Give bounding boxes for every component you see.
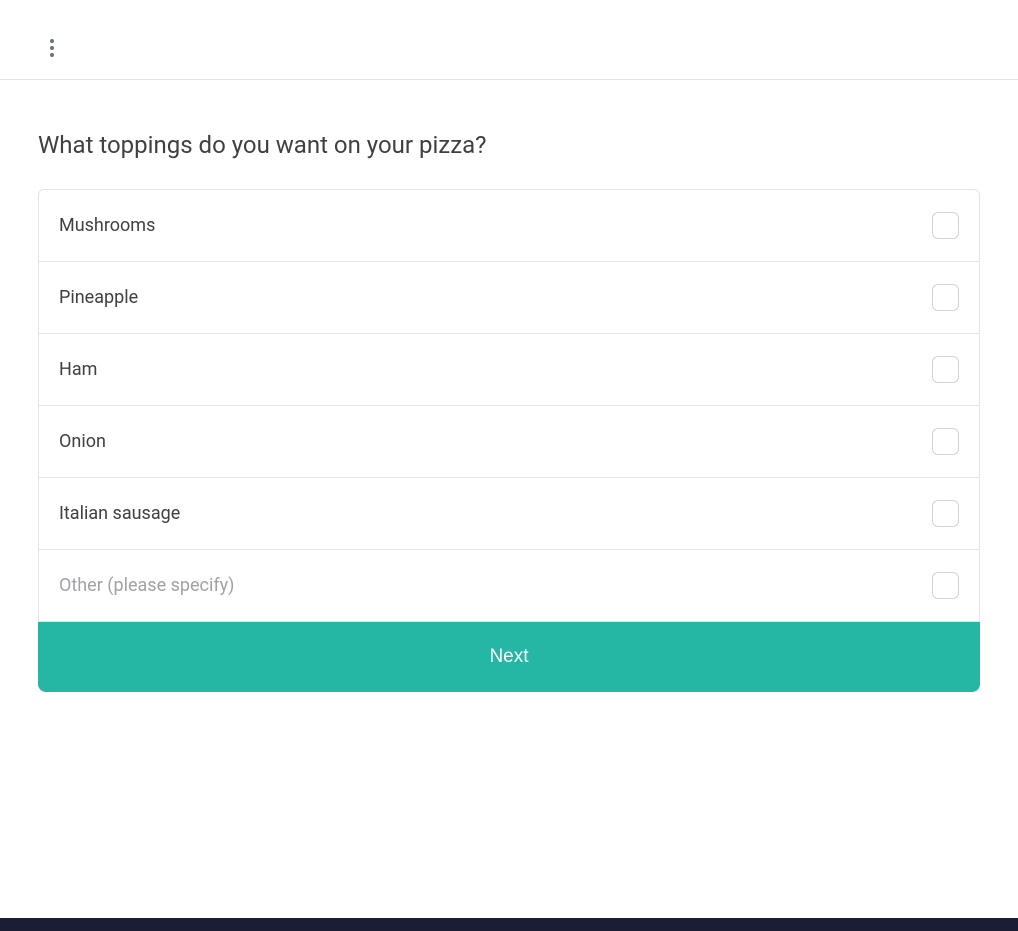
option-other[interactable]: Other (please specify): [39, 550, 979, 621]
next-button[interactable]: Next: [38, 622, 980, 692]
option-italian-sausage[interactable]: Italian sausage: [39, 478, 979, 550]
checkbox[interactable]: [932, 572, 959, 599]
header-bar: [0, 0, 1018, 80]
checkbox[interactable]: [932, 428, 959, 455]
option-onion[interactable]: Onion: [39, 406, 979, 478]
survey-content: What toppings do you want on your pizza?…: [0, 80, 1018, 692]
more-vertical-icon[interactable]: [48, 37, 56, 59]
option-label: Other (please specify): [59, 575, 234, 596]
bottom-bar: [0, 918, 1018, 931]
checkbox[interactable]: [932, 500, 959, 527]
option-label: Italian sausage: [59, 503, 180, 524]
checkbox[interactable]: [932, 212, 959, 239]
checkbox[interactable]: [932, 284, 959, 311]
option-label: Onion: [59, 431, 106, 452]
option-mushrooms[interactable]: Mushrooms: [39, 190, 979, 262]
option-label: Ham: [59, 359, 97, 380]
option-label: Pineapple: [59, 287, 138, 308]
question-title: What toppings do you want on your pizza?: [38, 130, 980, 161]
checkbox[interactable]: [932, 356, 959, 383]
options-list: Mushrooms Pineapple Ham Onion Italian sa…: [38, 189, 980, 622]
option-ham[interactable]: Ham: [39, 334, 979, 406]
option-pineapple[interactable]: Pineapple: [39, 262, 979, 334]
option-label: Mushrooms: [59, 215, 155, 236]
